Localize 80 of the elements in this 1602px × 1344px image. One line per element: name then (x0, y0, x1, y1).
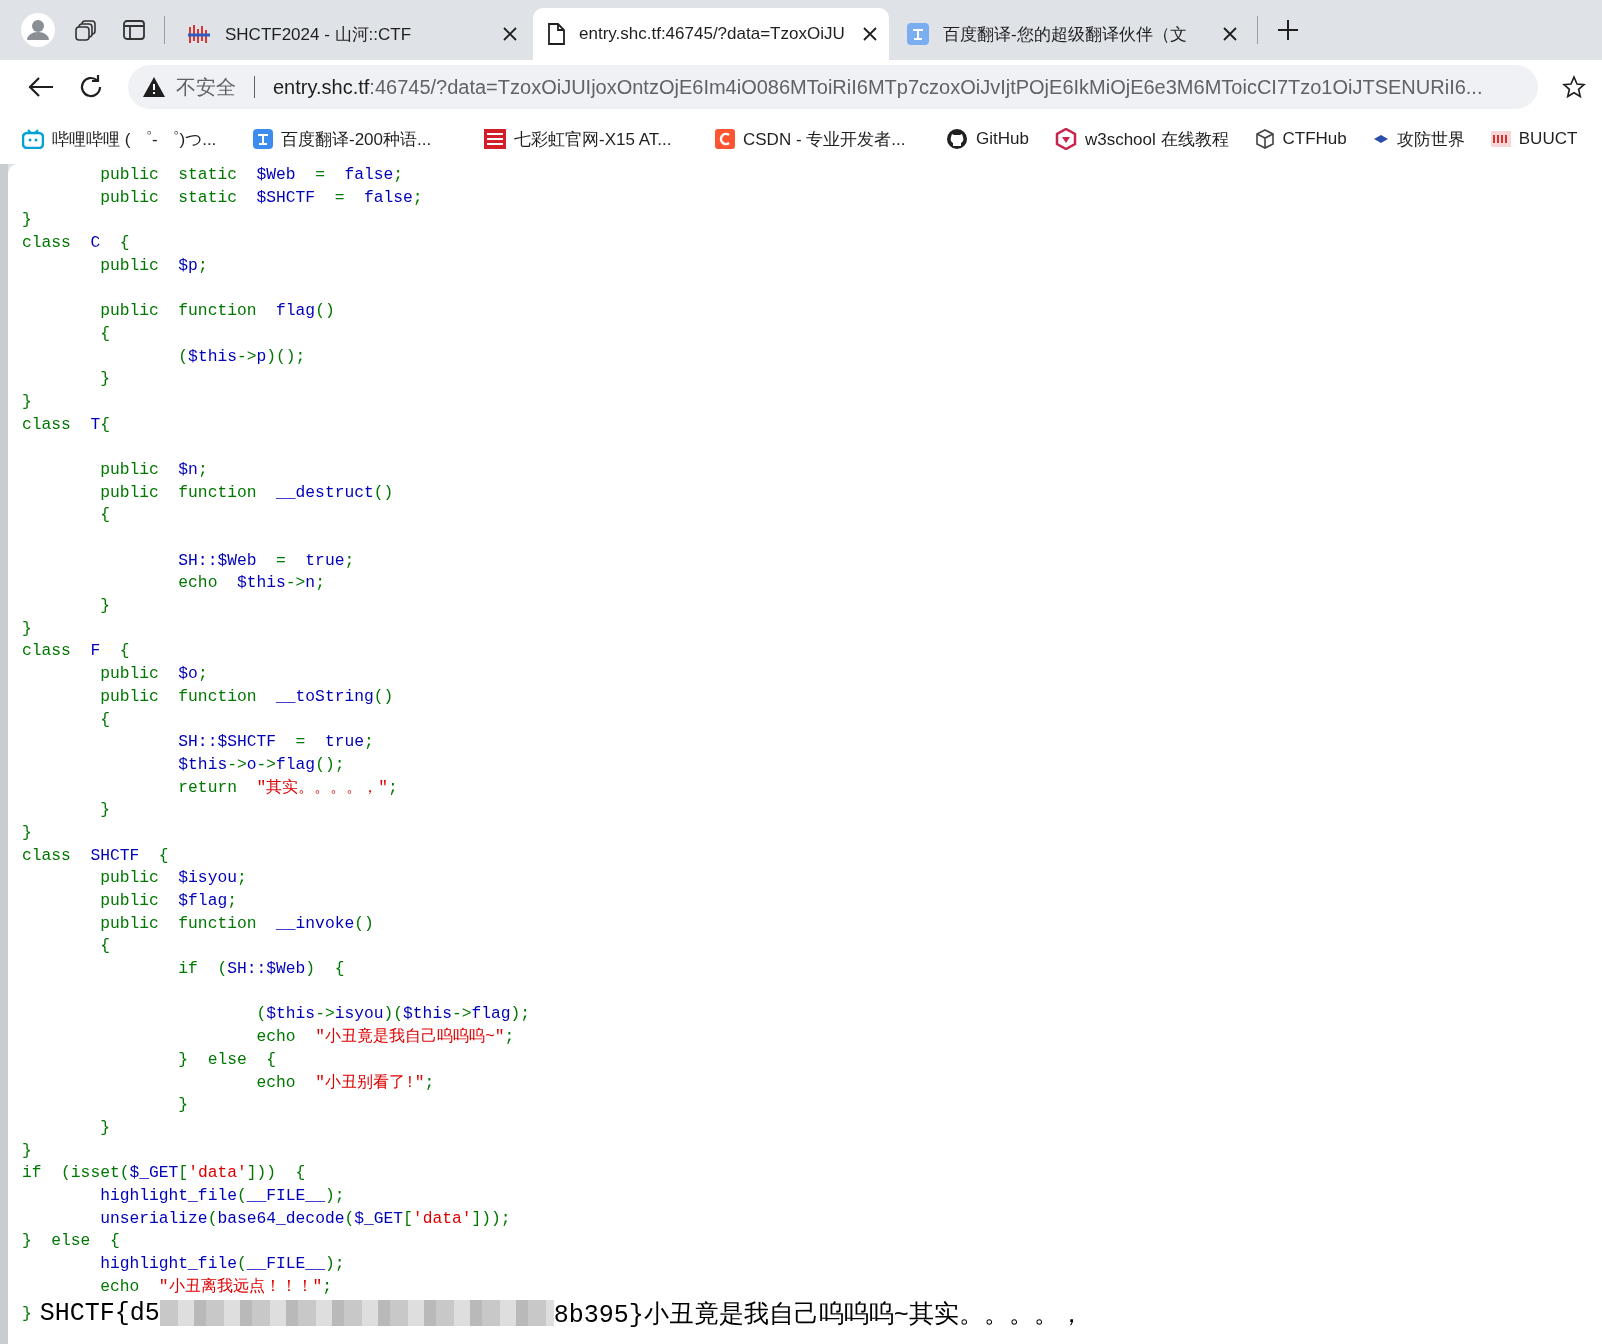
warning-icon (142, 76, 166, 98)
code-line: public $n; (99, 458, 209, 481)
code-line: SH::$Web = true; (177, 549, 356, 572)
browser-tab[interactable]: entry.shc.tf:46745/?data=TzoxOiJU (533, 8, 889, 60)
code-line: public static $SHCTF = false; (99, 186, 424, 209)
code-line: } (22, 821, 33, 844)
code-line: if (SH::$Web) { (177, 958, 346, 981)
translate-icon (907, 23, 929, 45)
code-line: echo "小丑竟是我自己呜呜呜~"; (255, 1026, 516, 1049)
code-line: $this->o->flag(); (177, 753, 346, 776)
code-line: } (99, 799, 111, 822)
address-bar[interactable]: 不安全 entry.shc.tf:46745/?data=TzoxOiJUIjoxOntzOjE6Im4iO086MToiRiI6MTp7czoxOiJvIjtPOjE6IkMiOjE6e3M6MToicCI7Tzo1OiJTSENURiI6... (128, 65, 1538, 109)
code-line: echo $this->n; (177, 572, 326, 595)
code-line: { (99, 708, 111, 731)
code-line: } (177, 1094, 190, 1117)
code-line: highlight_file(__FILE__); (99, 1253, 346, 1275)
code-line: } (99, 1116, 111, 1139)
code-line: } (22, 209, 33, 232)
code-line: public function flag() (99, 300, 336, 323)
code-line: public $p; (99, 254, 209, 277)
code-line: ($this->isyou)($this->flag); (255, 1003, 532, 1026)
star-icon[interactable] (1562, 75, 1586, 99)
shield-logo-icon (1054, 128, 1077, 150)
code-line: { (99, 504, 111, 527)
translate-icon (253, 129, 273, 149)
code-line: class C { (22, 232, 131, 255)
code-line: highlight_file(__FILE__); (99, 1184, 346, 1207)
back-icon[interactable] (28, 76, 54, 98)
code-line: } (99, 595, 111, 618)
code-line: } (22, 617, 33, 640)
code-line: public function __destruct() (99, 481, 395, 504)
url-text: entry.shc.tf:46745/?data=TzoxOiJUIjoxOntzOjE6Im4iO086MToiRiI6MTp7czoxOiJvIjtPOjE6IkMiOjE6e3M6MToicCI7Tzo1OiJTSENURiI6... (273, 75, 1483, 99)
output-text: 8b395}小丑竟是我自己呜呜呜~其实。。。。， (553, 1299, 1084, 1330)
code-line: } (22, 390, 33, 413)
code-line: public function __toString() (99, 685, 395, 708)
close-icon[interactable] (1223, 27, 1237, 41)
code-line: public static $Web = false; (99, 164, 405, 186)
document-icon (547, 23, 565, 45)
bookmark-item[interactable]: CTFHub (1254, 129, 1347, 149)
code-line: public $flag; (99, 890, 238, 912)
browser-tab[interactable]: SHCTF2024 - 山河::CTF (173, 8, 529, 60)
code-line: if (isset($_GET['data'])) { (22, 1162, 307, 1185)
bookmark-item[interactable]: BUUCT (1490, 129, 1578, 149)
bookmark-item[interactable]: 百度翻译-200种语... (253, 127, 484, 151)
bookmark-item[interactable]: 攻防世界 (1372, 127, 1465, 151)
tv-icon (22, 129, 44, 149)
bookmark-item[interactable]: w3school 在线教程 (1054, 127, 1229, 151)
code-line: echo "小丑离我远点！！！"; (99, 1275, 334, 1298)
c-logo-icon (715, 129, 735, 149)
code-line: return "其实。。。。，"; (177, 776, 399, 799)
octocat-icon (946, 128, 968, 150)
bookmark-item[interactable]: GitHub (946, 128, 1029, 150)
code-line: public $o; (99, 663, 209, 686)
code-line: } (22, 1303, 32, 1323)
security-label: 不安全 (176, 74, 236, 100)
code-line: public $isyou; (99, 867, 248, 890)
cube-icon (1254, 129, 1275, 149)
code-line: ($this->p)(); (177, 345, 307, 368)
code-line: { (99, 935, 111, 958)
code-line: class SHCTF { (22, 844, 170, 867)
reload-icon[interactable] (78, 74, 104, 100)
code-line: class T{ (22, 413, 111, 436)
browser-tab[interactable]: 百度翻译-您的超级翻译伙伴（文 (893, 8, 1249, 60)
code-line: } (99, 368, 111, 391)
code-line: public function __invoke() (99, 912, 375, 935)
code-line: SH::$SHCTF = true; (177, 731, 375, 754)
code-line: } else { (177, 1048, 278, 1071)
code-line: echo "小丑别看了!"; (255, 1071, 436, 1094)
code-line: unserialize(base64_decode($_GET['data'])); (99, 1207, 512, 1230)
bookmark-item[interactable]: 七彩虹官网-X15 AT... (484, 127, 715, 151)
bookmark-item[interactable]: CSDN - 专业开发者... (715, 127, 946, 151)
code-line: } (22, 1139, 33, 1162)
close-icon[interactable] (863, 27, 877, 41)
code-line: class F { (22, 640, 131, 663)
code-line: } else { (22, 1230, 121, 1253)
bookmark-item[interactable]: 哔哩哔哩 ( ゜- ゜)つ... (22, 127, 253, 151)
output-text: SHCTF{d5 (39, 1298, 160, 1328)
code-line: { (99, 322, 111, 345)
logo-icon (1490, 131, 1511, 147)
close-icon[interactable] (503, 27, 517, 41)
